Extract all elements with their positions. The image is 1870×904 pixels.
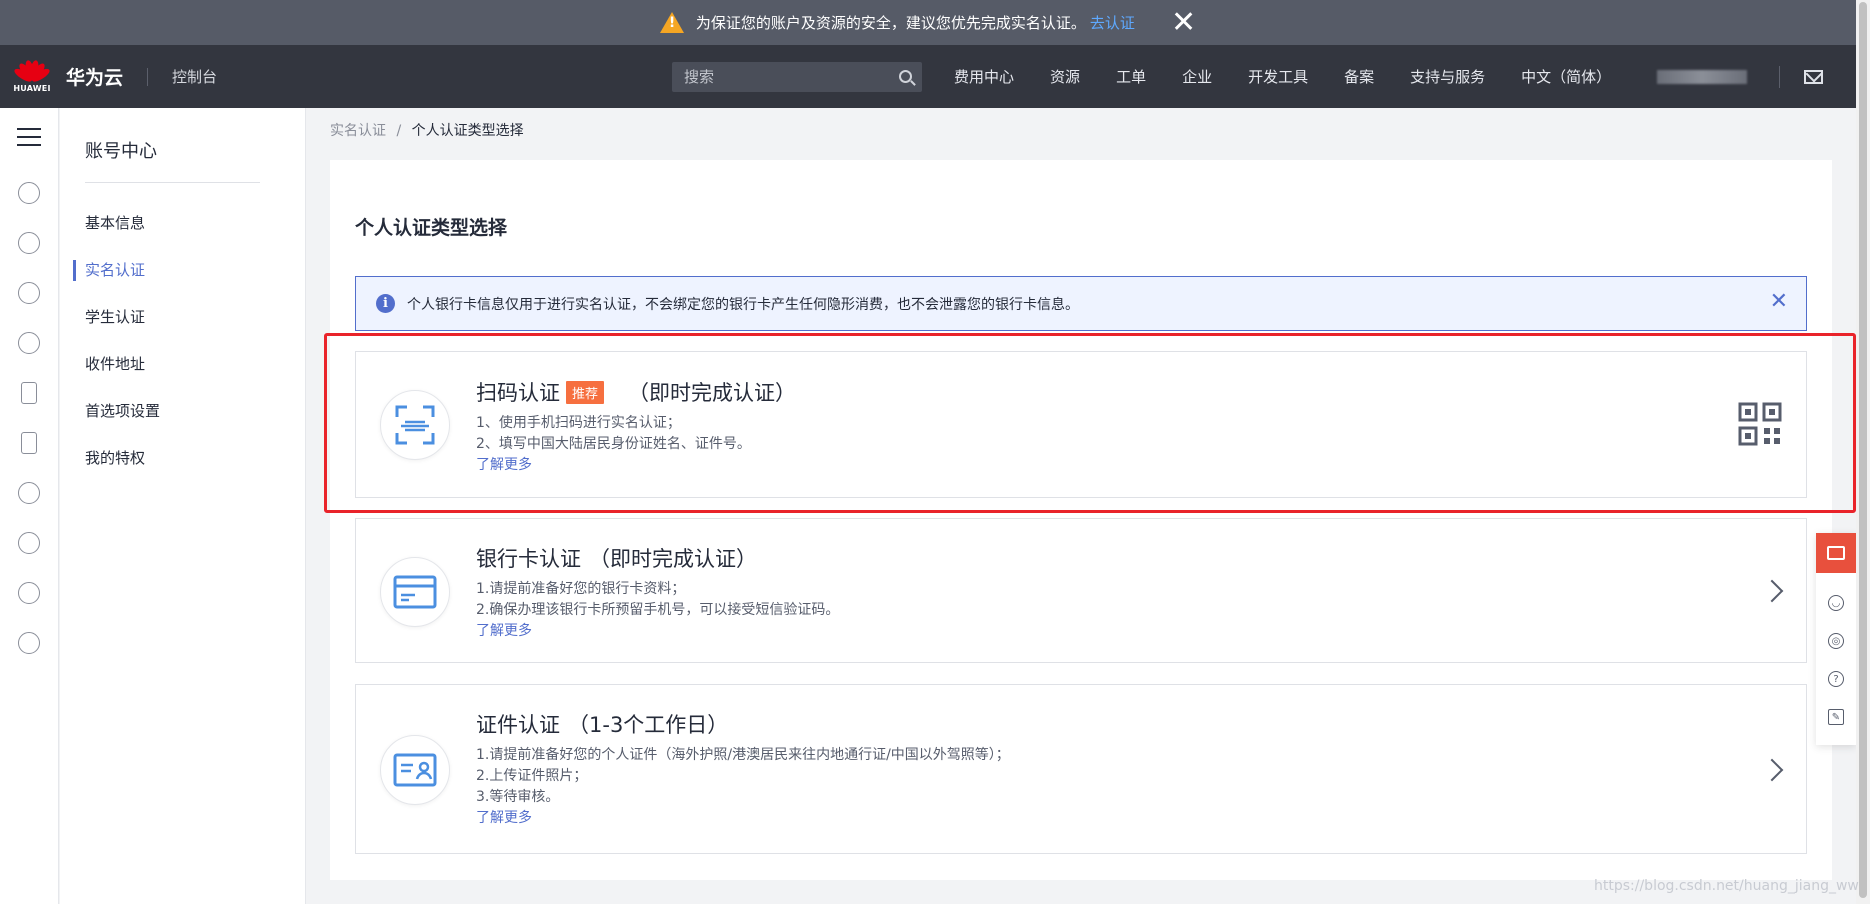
edit-icon[interactable]: ✎ — [1828, 709, 1844, 725]
account-sidebar: 账号中心 基本信息 实名认证 学生认证 收件地址 首选项设置 我的特权 — [60, 108, 306, 904]
ip-icon[interactable] — [18, 632, 40, 654]
nav-tickets[interactable]: 工单 — [1116, 66, 1146, 87]
mobile-icon[interactable] — [21, 382, 37, 404]
scrollbar[interactable] — [1856, 0, 1870, 904]
web-icon[interactable] — [18, 582, 40, 604]
banner-verify-link[interactable]: 去认证 — [1090, 12, 1135, 33]
id-card-icon — [393, 753, 437, 787]
feedback-button[interactable] — [1816, 533, 1856, 573]
card-bank-learn-more[interactable]: 了解更多 — [476, 620, 839, 640]
card-bank-line-1: 1.请提前准备好您的银行卡资料； — [476, 581, 686, 597]
banner-close-icon[interactable]: ✕ — [1171, 7, 1196, 38]
notice-text: 个人银行卡信息仅用于进行实名认证，不会绑定您的银行卡产生任何隐形消费，也不会泄露… — [407, 296, 1079, 313]
sidebar-item-real-name[interactable]: 实名认证 — [60, 247, 305, 294]
cloud-icon[interactable] — [18, 482, 40, 504]
chevron-right-icon[interactable] — [1760, 579, 1784, 603]
console-link[interactable]: 控制台 — [172, 66, 217, 87]
card-id-title: 证件认证 — [476, 713, 560, 737]
top-header: HUAWEI 华为云 控制台 费用中心 资源 工单 企业 开发工具 备案 支持与… — [0, 45, 1856, 108]
search-box[interactable] — [672, 61, 923, 92]
breadcrumb-separator: / — [396, 123, 402, 139]
warning-icon — [659, 12, 684, 33]
nav-language[interactable]: 中文（简体） — [1521, 66, 1611, 87]
nav-devtools[interactable]: 开发工具 — [1248, 66, 1308, 87]
main-panel: 个人认证类型选择 i 个人银行卡信息仅用于进行实名认证，不会绑定您的银行卡产生任… — [330, 160, 1832, 880]
card-id-line-3: 3.等待审核。 — [476, 789, 560, 805]
nav-icp[interactable]: 备案 — [1344, 66, 1374, 87]
cluster-icon[interactable] — [18, 232, 40, 254]
sidebar-divider — [85, 182, 260, 183]
sidebar-item-privileges[interactable]: 我的特权 — [60, 435, 305, 482]
sidebar-item-student[interactable]: 学生认证 — [60, 294, 305, 341]
smile-icon[interactable]: ◡ — [1828, 595, 1844, 611]
search-icon[interactable] — [899, 70, 913, 83]
service-rail — [0, 108, 59, 904]
username-blurred[interactable] — [1657, 69, 1748, 84]
mail-icon[interactable] — [1804, 69, 1824, 84]
id-circle — [380, 735, 450, 805]
chevron-right-icon[interactable] — [1760, 758, 1784, 782]
card-id-subtitle: （1-3个工作日） — [568, 713, 729, 737]
nav-resources[interactable]: 资源 — [1050, 66, 1080, 87]
sidebar-menu: 基本信息 实名认证 学生认证 收件地址 首选项设置 我的特权 — [60, 200, 305, 482]
card-id-learn-more[interactable]: 了解更多 — [476, 807, 1010, 827]
card-bank-line-2: 2.确保办理该银行卡所预留手机号，可以接受短信验证码。 — [476, 602, 840, 618]
info-icon: i — [376, 294, 395, 313]
card-bank-title: 银行卡认证 — [476, 547, 581, 571]
page-title: 个人认证类型选择 — [355, 217, 508, 239]
notice-close-icon[interactable]: ✕ — [1770, 291, 1788, 313]
huawei-flower-icon — [12, 59, 52, 84]
breadcrumb: 实名认证 / 个人认证类型选择 — [330, 120, 524, 140]
sidebar-item-preferences[interactable]: 首选项设置 — [60, 388, 305, 435]
search-input[interactable] — [684, 67, 900, 86]
watermark: https://blog.csdn.net/huang_jiang_ww — [1594, 878, 1859, 894]
breadcrumb-parent[interactable]: 实名认证 — [330, 123, 386, 139]
bank-card-icon — [393, 575, 437, 609]
nav-billing[interactable]: 费用中心 — [954, 66, 1014, 87]
card-bank-subtitle: （即时完成认证） — [589, 547, 757, 571]
info-notice: i 个人银行卡信息仅用于进行实名认证，不会绑定您的银行卡产生任何隐形消费，也不会… — [355, 276, 1807, 331]
card-id-auth[interactable]: 证件认证 （1-3个工作日） 1.请提前准备好您的个人证件（海外护照/港澳居民来… — [355, 684, 1807, 854]
card-bank-body: 银行卡认证 （即时完成认证） 1.请提前准备好您的银行卡资料； 2.确保办理该银… — [476, 543, 839, 640]
card-bank-auth[interactable]: 银行卡认证 （即时完成认证） 1.请提前准备好您的银行卡资料； 2.确保办理该银… — [355, 518, 1807, 663]
bank-circle — [380, 557, 450, 627]
hamburger-menu-icon[interactable] — [17, 128, 41, 146]
scrollbar-thumb[interactable] — [1859, 2, 1867, 898]
help-icon[interactable]: ? — [1828, 671, 1844, 687]
cloud-server-icon[interactable] — [18, 182, 40, 204]
banner-message: 为保证您的账户及资源的安全，建议您优先完成实名认证。 — [695, 14, 1086, 32]
card-id-body: 证件认证 （1-3个工作日） 1.请提前准备好您的个人证件（海外护照/港澳居民来… — [476, 709, 1010, 827]
card-id-line-1: 1.请提前准备好您的个人证件（海外护照/港澳居民来往内地通行证/中国以外驾照等）… — [476, 747, 1010, 763]
logo-text: HUAWEI — [13, 84, 51, 93]
huawei-logo[interactable]: HUAWEI — [2, 59, 62, 93]
verification-banner: 为保证您的账户及资源的安全，建议您优先完成实名认证。 去认证 ✕ — [0, 0, 1856, 45]
document-icon[interactable] — [21, 432, 37, 454]
sidebar-item-basic-info[interactable]: 基本信息 — [60, 200, 305, 247]
card-id-line-2: 2.上传证件照片； — [476, 768, 588, 784]
brand-name[interactable]: 华为云 — [66, 63, 123, 90]
storage-icon[interactable] — [18, 332, 40, 354]
floating-toolbar: ◡ ◎ ? ✎ — [1816, 533, 1856, 745]
sidebar-item-address[interactable]: 收件地址 — [60, 341, 305, 388]
nav-support[interactable]: 支持与服务 — [1410, 66, 1485, 87]
sail-icon[interactable] — [18, 532, 40, 554]
header-divider — [147, 67, 149, 86]
highlight-annotation — [324, 333, 1856, 513]
headset-icon[interactable]: ◎ — [1828, 633, 1844, 649]
network-icon[interactable] — [18, 282, 40, 304]
header-nav: 费用中心 资源 工单 企业 开发工具 备案 支持与服务 中文（简体） — [954, 66, 1647, 87]
nav-enterprise[interactable]: 企业 — [1182, 66, 1212, 87]
header-divider-2 — [1779, 65, 1781, 88]
sidebar-title: 账号中心 — [85, 141, 157, 162]
message-icon — [1827, 546, 1845, 560]
breadcrumb-current: 个人认证类型选择 — [411, 123, 524, 139]
